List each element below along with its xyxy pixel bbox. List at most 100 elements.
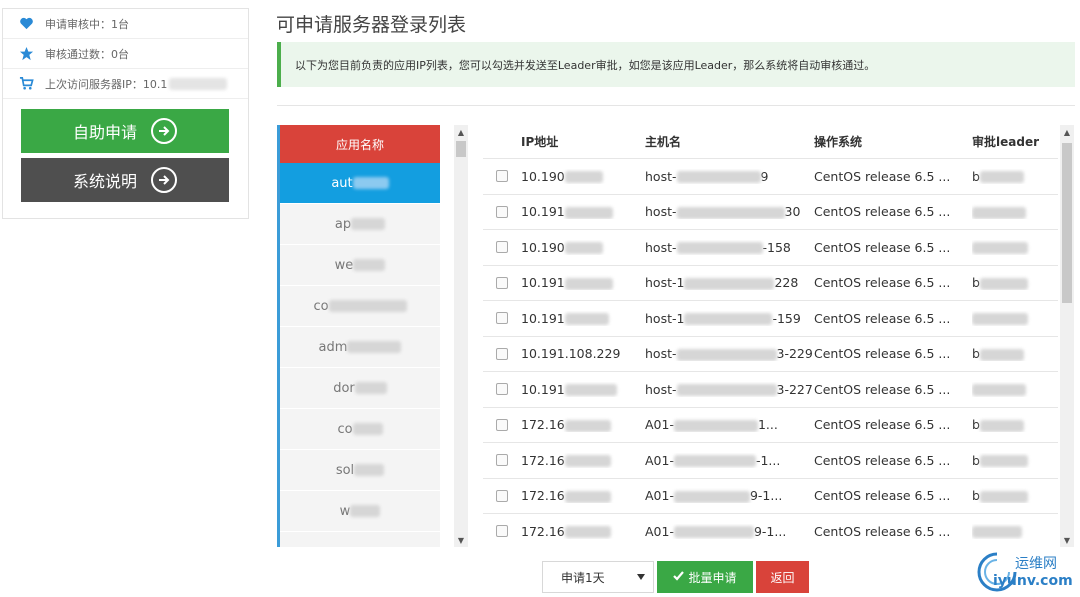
cell-os: CentOS release 6.5 ...	[814, 204, 951, 220]
app-list-item[interactable]: co	[280, 409, 440, 450]
table-row[interactable]: 10.191 host-1 228 CentOS release 6.5 ... b	[483, 264, 1058, 301]
app-list-item-label: ap	[334, 216, 352, 232]
scroll-up-icon[interactable]: ▲	[1060, 125, 1074, 139]
app-list-item[interactable]: we	[280, 245, 440, 286]
table-row[interactable]: 172.16 A01- -1... CentOS release 6.5 ... b	[483, 442, 1058, 478]
row-checkbox-cell[interactable]	[483, 205, 521, 218]
app-list-item-label: co	[337, 421, 353, 437]
row-checkbox-cell[interactable]	[483, 170, 521, 183]
col-ip: IP地址	[521, 135, 559, 149]
cell-os: CentOS release 6.5 ...	[814, 168, 951, 184]
cell-os: CentOS release 6.5 ...	[814, 488, 951, 504]
table-row[interactable]: 10.191 host- 3-227 CentOS release 6.5 ...	[483, 371, 1058, 407]
user-info-panel: 申请审核中：1台 审核通过数：0台 上次访问服务器IP：10.1 自助申请 系统…	[2, 8, 249, 219]
cell-leader	[972, 240, 1058, 255]
row-checkbox[interactable]	[496, 312, 508, 325]
row-checkbox[interactable]	[496, 454, 508, 467]
stat-pending-label: 申请审核中：1台	[45, 17, 129, 31]
scroll-down-icon[interactable]: ▼	[454, 533, 468, 547]
cell-leader	[972, 204, 1058, 219]
notice-text: 以下为您目前负责的应用IP列表，您可以勾选并发送至Leader审批，如您是该应用…	[295, 58, 876, 72]
redacted-text	[353, 259, 386, 271]
redacted-text	[972, 242, 1028, 255]
redacted-text	[564, 277, 613, 290]
row-checkbox[interactable]	[496, 205, 508, 218]
server-table: IP地址 主机名 操作系统 审批leader 10.190 host- 9 CentO…	[483, 125, 1058, 549]
cell-host: A01- 9-1...	[645, 523, 787, 539]
back-button[interactable]: 返回	[756, 561, 809, 593]
row-checkbox-cell[interactable]	[483, 525, 521, 538]
app-list-item[interactable]: adm	[280, 327, 440, 368]
redacted-text	[972, 526, 1022, 539]
table-row[interactable]: 10.190 host- 9 CentOS release 6.5 ... b	[483, 158, 1058, 194]
table-scrollbar[interactable]: ▲ ▼	[1060, 125, 1074, 547]
cell-host: host-1 -159	[645, 310, 801, 326]
duration-select[interactable]: 申请1天	[542, 561, 654, 593]
app-list-item-label: dor	[333, 380, 355, 396]
row-checkbox-cell[interactable]	[483, 454, 521, 467]
scroll-down-icon[interactable]: ▼	[1060, 533, 1074, 547]
row-checkbox[interactable]	[496, 347, 508, 360]
cell-os: CentOS release 6.5 ...	[814, 346, 951, 362]
redacted-text	[564, 419, 611, 432]
row-checkbox-cell[interactable]	[483, 312, 521, 325]
app-list-scrollbar[interactable]: ▲ ▼	[454, 125, 468, 547]
scroll-up-icon[interactable]: ▲	[454, 125, 468, 139]
table-row[interactable]: 10.190 host- -158 CentOS release 6.5 ...	[483, 229, 1058, 265]
table-row[interactable]: 10.191 host- 30 CentOS release 6.5 ...	[483, 193, 1058, 230]
cell-ip: 172.16	[521, 417, 645, 432]
self-apply-button[interactable]: 自助申请	[21, 109, 229, 153]
redacted-text	[564, 171, 603, 184]
cell-host: A01- -1...	[645, 452, 781, 468]
redacted-text	[351, 218, 386, 230]
row-checkbox-cell[interactable]	[483, 241, 521, 254]
app-list-item[interactable]: aut	[280, 163, 440, 204]
cell-os: CentOS release 6.5 ...	[814, 381, 951, 397]
redacted-text	[676, 171, 761, 184]
system-doc-button[interactable]: 系统说明	[21, 158, 229, 202]
cell-ip: 10.191	[521, 382, 645, 397]
row-checkbox[interactable]	[496, 525, 508, 538]
redacted-text	[350, 505, 381, 517]
row-checkbox[interactable]	[496, 489, 508, 502]
scroll-thumb[interactable]	[456, 141, 466, 157]
row-checkbox-cell[interactable]	[483, 418, 521, 431]
info-notice: 以下为您目前负责的应用IP列表，您可以勾选并发送至Leader审批，如您是该应用…	[277, 42, 1075, 87]
redacted-text	[972, 313, 1028, 326]
app-list-item-label: co	[313, 298, 329, 314]
redacted-text	[347, 341, 402, 353]
redacted-text	[972, 206, 1026, 219]
redacted-text	[673, 490, 750, 503]
row-checkbox-cell[interactable]	[483, 276, 521, 289]
row-checkbox-cell[interactable]	[483, 347, 521, 360]
row-checkbox[interactable]	[496, 170, 508, 183]
cart-icon	[17, 75, 35, 93]
app-list-item[interactable]: dor	[280, 368, 440, 409]
row-checkbox[interactable]	[496, 383, 508, 396]
cell-ip: 172.16	[521, 453, 645, 468]
row-checkbox[interactable]	[496, 276, 508, 289]
batch-apply-button[interactable]: 批量申请	[657, 561, 753, 593]
table-row[interactable]: 172.16 A01- 9-1... CentOS release 6.5 ... b	[483, 477, 1058, 514]
app-list-item[interactable]: ap	[280, 204, 440, 245]
chevron-down-icon	[637, 574, 645, 580]
redacted-text	[979, 419, 1024, 432]
app-list-item[interactable]: sol	[280, 450, 440, 491]
scroll-thumb[interactable]	[1062, 143, 1072, 303]
table-header: IP地址 主机名 操作系统 审批leader	[483, 125, 1058, 158]
app-list-item[interactable]: w	[280, 491, 440, 532]
row-checkbox-cell[interactable]	[483, 383, 521, 396]
table-row[interactable]: 10.191.108.229 host- 3-229 CentOS release 6…	[483, 335, 1058, 372]
redacted-text	[564, 313, 609, 326]
row-checkbox-cell[interactable]	[483, 489, 521, 502]
redacted-text	[564, 242, 603, 255]
table-row[interactable]: 172.16 A01- 1... CentOS release 6.5 ... b	[483, 406, 1058, 443]
row-checkbox[interactable]	[496, 418, 508, 431]
table-row[interactable]: 10.191 host-1 -159 CentOS release 6.5 ...	[483, 300, 1058, 336]
row-checkbox[interactable]	[496, 241, 508, 254]
app-list-item[interactable]: co	[280, 286, 440, 327]
self-apply-label: 自助申请	[72, 123, 137, 142]
cell-leader: b	[972, 488, 1058, 503]
page-root: 申请审核中：1台 审核通过数：0台 上次访问服务器IP：10.1 自助申请 系统…	[0, 0, 1080, 597]
table-row[interactable]: 172.16 A01- 9-1... CentOS release 6.5 ...	[483, 513, 1058, 549]
